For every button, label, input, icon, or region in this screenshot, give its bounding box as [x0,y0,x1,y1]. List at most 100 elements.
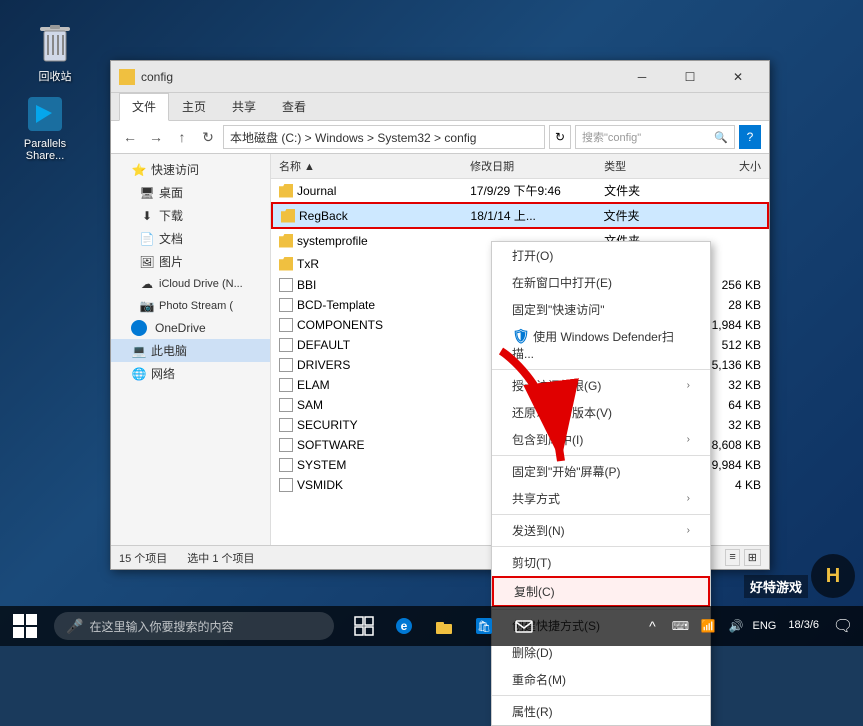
col-header-type[interactable]: 类型 [596,156,692,176]
onedrive-icon [131,320,147,336]
sidebar-label-thispc: 此电脑 [151,342,187,359]
menu-share[interactable]: 共享方式› [492,485,710,512]
folder-icon [279,234,293,248]
menu-cut[interactable]: 剪切(T) [492,549,710,576]
menu-sendto[interactable]: 发送到(N)› [492,517,710,544]
sidebar-item-downloads[interactable]: ⬇ 下载 [111,204,270,227]
sidebar-item-network[interactable]: 🌐 网络 [111,362,270,385]
table-row-regback[interactable]: RegBack 18/1/14 上... 文件夹 [271,202,769,229]
recycle-bin-label: 回收站 [39,68,72,84]
minimize-button[interactable]: ─ [619,67,665,87]
back-button[interactable]: ← [119,126,141,148]
menu-properties[interactable]: 属性(R) [492,698,710,725]
icloud-icon: ☁ [139,276,155,292]
close-button[interactable]: ✕ [715,67,761,87]
volume-icon[interactable]: 🔊 [724,606,748,646]
table-row[interactable]: Journal 17/9/29 下午9:46 文件夹 [271,179,769,202]
tab-share[interactable]: 共享 [219,93,269,120]
search-box[interactable]: 搜索"config" 🔍 [575,125,735,149]
clock-date: 18/3/6 [788,618,819,633]
sidebar-item-pictures[interactable]: 🖼 图片 [111,250,270,273]
file-icon [279,378,293,392]
refresh-address-button[interactable]: ↻ [549,125,571,149]
language-icon[interactable]: ENG [752,606,776,646]
file-icon [279,398,293,412]
windows-logo-icon [13,614,37,638]
file-icon [279,278,293,292]
ribbon: 文件 主页 共享 查看 [111,93,769,121]
keyboard-icon[interactable]: ⌨ [668,606,692,646]
menu-separator [492,455,710,456]
documents-icon: 📄 [139,231,155,247]
menu-rename[interactable]: 重命名(M) [492,666,710,693]
task-view-button[interactable] [346,606,382,646]
menu-copy[interactable]: 复制(C) [492,576,710,607]
sidebar-item-icloud[interactable]: ☁ iCloud Drive (N... [111,273,270,295]
search-icon[interactable]: 🔍 [714,131,728,144]
file-list-header: 名称 ▲ 修改日期 类型 大小 [271,154,769,179]
tab-view[interactable]: 查看 [269,93,319,120]
sidebar-item-onedrive[interactable]: OneDrive [111,317,270,339]
mail-icon[interactable] [506,606,542,646]
explorer-taskbar-icon[interactable] [426,606,462,646]
sidebar: ⭐ 快速访问 🖥 桌面 ⬇ 下载 📄 文档 🖼 图片 [111,154,271,545]
status-count: 15 个项目 [119,550,167,566]
tray-expand-icon[interactable]: ^ [640,606,664,646]
view-tiles-icon[interactable]: ⊞ [744,549,761,566]
sidebar-label-downloads: 下载 [159,207,183,224]
folder-icon [281,209,295,223]
breadcrumb[interactable]: 本地磁盘 (C:) > Windows > System32 > config [223,125,545,149]
menu-include[interactable]: 包含到库中(I)› [492,426,710,453]
address-bar: ← → ↑ ↻ 本地磁盘 (C:) > Windows > System32 >… [111,121,769,154]
col-header-name[interactable]: 名称 ▲ [271,156,462,176]
taskbar-icons: e 🛍 [338,606,550,646]
menu-pin-quick[interactable]: 固定到"快速访问" [492,296,710,323]
network-icon: 🌐 [131,366,147,382]
up-button[interactable]: ↑ [171,126,193,148]
help-button[interactable]: ? [739,125,761,149]
sidebar-item-thispc[interactable]: 💻 此电脑 [111,339,270,362]
notification-icon[interactable]: 🗨 [831,606,855,646]
taskbar-search[interactable]: 🎤 在这里输入你要搜索的内容 [54,612,334,640]
desktop-icon-parallels[interactable]: Parallels Share... [10,90,80,166]
menu-grant[interactable]: 授予访问权限(G)› [492,372,710,399]
sidebar-item-documents[interactable]: 📄 文档 [111,227,270,250]
col-header-date[interactable]: 修改日期 [462,156,596,176]
menu-open[interactable]: 打开(O) [492,242,710,269]
tab-home[interactable]: 主页 [169,93,219,120]
forward-button[interactable]: → [145,126,167,148]
start-button[interactable] [0,606,50,646]
sidebar-item-photostream[interactable]: 📷 Photo Stream ( [111,295,270,317]
sidebar-item-quickaccess[interactable]: ⭐ 快速访问 [111,158,270,181]
taskbar-tray: ^ ⌨ 📶 🔊 ENG 18/3/6 🗨 [632,606,863,646]
menu-restore[interactable]: 还原以前的版本(V) [492,399,710,426]
refresh-button[interactable]: ↻ [197,126,219,148]
tab-file[interactable]: 文件 [119,93,169,121]
svg-text:e: e [401,619,408,633]
sidebar-item-desktop[interactable]: 🖥 桌面 [111,181,270,204]
edge-browser-icon[interactable]: e [386,606,422,646]
sidebar-label-pictures: 图片 [159,253,183,270]
search-mic-icon: 🎤 [66,618,83,635]
menu-open-new[interactable]: 在新窗口中打开(E) [492,269,710,296]
submenu-arrow: › [687,380,690,391]
watermark-logo: H [811,554,855,598]
menu-separator [492,369,710,370]
view-details-icon[interactable]: ≡ [725,549,739,566]
store-icon[interactable]: 🛍 [466,606,502,646]
photostream-icon: 📷 [139,298,155,314]
file-icon [279,438,293,452]
folder-icon [279,184,293,198]
sidebar-label-network: 网络 [151,365,175,382]
menu-defender[interactable]: 🛡 使用 Windows Defender扫描... [492,323,710,367]
col-header-size[interactable]: 大小 [692,156,769,176]
maximize-button[interactable]: ☐ [667,67,713,87]
sidebar-label-documents: 文档 [159,230,183,247]
explorer-window: config ─ ☐ ✕ 文件 主页 共享 查看 ← → ↑ ↻ 本地磁盘 (C… [110,60,770,570]
menu-pin-start[interactable]: 固定到"开始"屏幕(P) [492,458,710,485]
clock[interactable]: 18/3/6 [780,618,827,633]
desktop-icon-recycle-bin[interactable]: 回收站 [20,20,90,88]
file-icon [279,418,293,432]
title-bar: config ─ ☐ ✕ [111,61,769,93]
network-tray-icon[interactable]: 📶 [696,606,720,646]
